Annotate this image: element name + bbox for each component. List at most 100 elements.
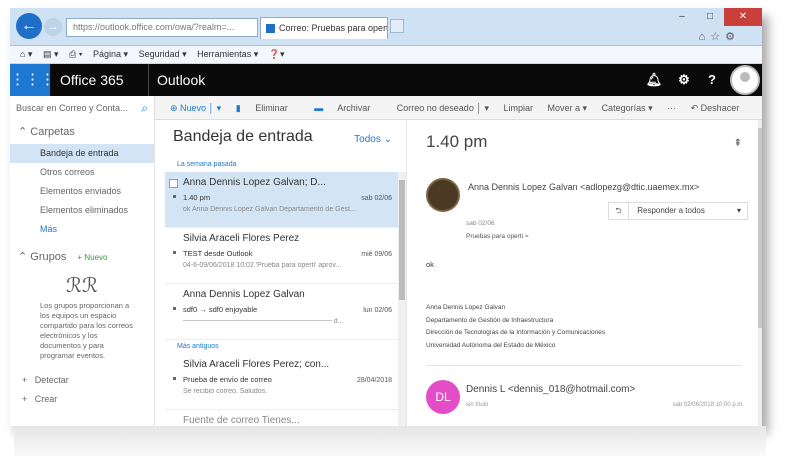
home-icon[interactable]: ⌂ ▾ — [20, 49, 32, 59]
msg-from: Silvia Araceli Flores Perez; con... — [183, 359, 330, 370]
archive-button[interactable]: ▬ Archivar — [314, 103, 382, 113]
folder-inbox[interactable]: Bandeja de entrada — [10, 144, 154, 163]
msg-time: 28/04/2018 — [356, 377, 392, 384]
junk-button[interactable]: Correo no deseado │ ▾ — [397, 103, 489, 113]
undo-button[interactable]: ↶ Deshacer — [691, 103, 740, 113]
address-bar[interactable]: https://outlook.office.com/owa/?realm=..… — [66, 18, 258, 37]
feeds-icon[interactable]: ▤ ▾ — [43, 49, 59, 59]
create-link[interactable]: + Crear — [10, 390, 154, 409]
sender-avatar[interactable] — [426, 178, 460, 212]
signature: Anna Dennis Lopez Galvan Departamento de… — [426, 302, 605, 352]
outlook-tab-icon — [266, 24, 275, 33]
reply-icon[interactable]: ⮌ — [609, 203, 629, 219]
sender-address[interactable]: Anna Dennis Lopez Galvan <adlopezg@dtic.… — [468, 182, 699, 192]
groups-header-label: Grupos — [30, 251, 67, 263]
browser-titlebar: ← → https://outlook.office.com/owa/?real… — [10, 8, 762, 46]
bullet-icon — [173, 251, 176, 254]
msg-preview: 04-6-09/06/2018 10:02 'Prueba para opert… — [183, 262, 342, 269]
close-button[interactable]: ✕ — [724, 8, 762, 26]
minimize-button[interactable]: – — [668, 8, 696, 26]
list-header: Bandeja de entrada Todos ⌄ — [165, 120, 406, 158]
browser-icons[interactable]: ⌂☆⚙ — [699, 30, 740, 43]
clean-button[interactable]: Limpiar — [503, 103, 533, 113]
cmd-security[interactable]: Seguridad ▾ — [139, 49, 187, 59]
browser-window: ← → https://outlook.office.com/owa/?real… — [10, 8, 762, 426]
groups-header[interactable]: ⌃ Grupos + Nuevo — [10, 245, 154, 269]
new-tab-button[interactable] — [390, 19, 404, 33]
sender-avatar-initials[interactable]: DL — [426, 380, 460, 414]
create-label: Crear — [34, 394, 58, 404]
browser-tab[interactable]: Correo: Pruebas para operti... — [260, 17, 388, 39]
msg-from: Anna Dennis Lopez Galvan — [183, 289, 305, 300]
second-date: sab 02/06/2018 10:00 p.m. — [672, 402, 744, 408]
folder-deleted[interactable]: Elementos eliminados — [10, 201, 154, 220]
trash-icon: ▮ — [235, 103, 241, 113]
scroll-thumb[interactable] — [399, 180, 405, 300]
app-launcher-icon[interactable]: ⋮⋮⋮ — [10, 64, 55, 96]
cmd-tools[interactable]: Herramientas ▾ — [197, 49, 258, 59]
folders-header[interactable]: ⌃ Carpetas — [10, 120, 154, 144]
discover-link[interactable]: + Detectar — [10, 371, 154, 390]
msg-subject: sdf0 → sdf0 enjoyable — [183, 305, 258, 314]
bell-icon[interactable]: 🔔︎ — [638, 64, 670, 96]
categories-button[interactable]: Categorías ▾ — [602, 103, 653, 113]
group-label-older: Más antiguos — [177, 343, 219, 350]
folder-sent[interactable]: Elementos enviados — [10, 182, 154, 201]
reply-all-button[interactable]: ⮌ Responder a todos ▾ — [608, 202, 748, 220]
tab-title: Correo: Pruebas para operti... — [279, 23, 388, 33]
signature-line: Dirección de Tecnologías de la Informaci… — [426, 329, 606, 336]
msg-from: Fuente de correo Tienes... — [183, 415, 300, 426]
delete-button[interactable]: ▮ Eliminar — [236, 103, 300, 113]
back-icon[interactable]: ← — [16, 13, 42, 39]
maximize-button[interactable]: □ — [696, 8, 724, 26]
reading-scrollbar[interactable] — [758, 120, 762, 426]
avatar[interactable] — [730, 65, 760, 95]
archive-label: Archivar — [337, 103, 371, 113]
o365-brand[interactable]: Office 365 — [60, 64, 124, 96]
msg-from: Silvia Araceli Flores Perez — [183, 233, 300, 244]
list-item[interactable]: Anna Dennis Lopez Galvan sdf0 → sdf0 enj… — [165, 284, 406, 340]
help-icon[interactable]: ❓▾ — [269, 49, 285, 59]
second-sender-address[interactable]: Dennis L <dennis_018@hotmail.com> — [466, 384, 635, 395]
folder-other[interactable]: Otros correos — [10, 163, 154, 182]
bullet-icon — [173, 195, 176, 198]
cmd-page[interactable]: Página ▾ — [93, 49, 128, 59]
forward-icon[interactable]: → — [44, 18, 62, 36]
pin-icon[interactable]: ⇞ — [734, 138, 742, 149]
list-item[interactable]: Anna Dennis Lopez Galvan; D... 1.40 pm s… — [165, 172, 406, 228]
groups-icon: ℛℛ — [66, 275, 98, 297]
search-input[interactable]: Buscar en Correo y Conta... ⌕ — [10, 96, 155, 120]
list-item[interactable]: Silvia Araceli Flores Perez TEST desde O… — [165, 228, 406, 284]
list-scrollbar[interactable] — [398, 172, 406, 426]
help-icon[interactable]: ? — [696, 64, 728, 96]
message-recipient[interactable]: Pruebas para operti ≈ — [466, 233, 528, 240]
list-item[interactable]: Fuente de correo Tienes... — [165, 410, 406, 426]
discover-label: Detectar — [34, 375, 69, 385]
search-placeholder: Buscar en Correo y Conta... — [16, 103, 128, 113]
delete-label: Eliminar — [255, 103, 288, 113]
bullet-icon — [173, 307, 176, 310]
folder-more[interactable]: Más — [10, 220, 154, 239]
search-icon[interactable]: ⌕ — [141, 96, 148, 120]
group-label-last-week: La semana pasada — [177, 161, 237, 168]
list-item[interactable]: Silvia Araceli Flores Perez; con... Prue… — [165, 354, 406, 410]
folder-pane: ⌃ Carpetas Bandeja de entrada Otros corr… — [10, 120, 155, 426]
msg-time: mié 09/06 — [361, 251, 392, 258]
chevron-down-icon[interactable]: ▾ — [737, 203, 747, 219]
list-title: Bandeja de entrada — [173, 128, 313, 145]
reply-all-label: Responder a todos — [637, 206, 705, 215]
toolbar: Buscar en Correo y Conta... ⌕ ⊕ Nuevo │ … — [10, 96, 762, 120]
more-button[interactable]: ··· — [667, 103, 676, 113]
filter-dropdown[interactable]: Todos ⌄ — [354, 134, 392, 145]
new-group-button[interactable]: + Nuevo — [77, 253, 107, 262]
msg-time: lun 02/06 — [363, 307, 392, 314]
move-button[interactable]: Mover a ▾ — [548, 103, 588, 113]
msg-preview: ────────────────────────────── d... — [183, 318, 344, 325]
select-checkbox[interactable] — [169, 179, 178, 188]
toolbar-actions: ⊕ Nuevo │ ▾ ▮ Eliminar ▬ Archivar Correo… — [170, 96, 751, 120]
new-button[interactable]: ⊕ Nuevo │ ▾ — [170, 103, 221, 113]
reading-pane: 1.40 pm ⇞ Anna Dennis Lopez Galvan <adlo… — [408, 120, 762, 426]
second-subject: sin título — [466, 402, 489, 408]
print-icon[interactable]: ⎙ ▾ — [69, 49, 82, 59]
app-name[interactable]: Outlook — [148, 64, 205, 96]
